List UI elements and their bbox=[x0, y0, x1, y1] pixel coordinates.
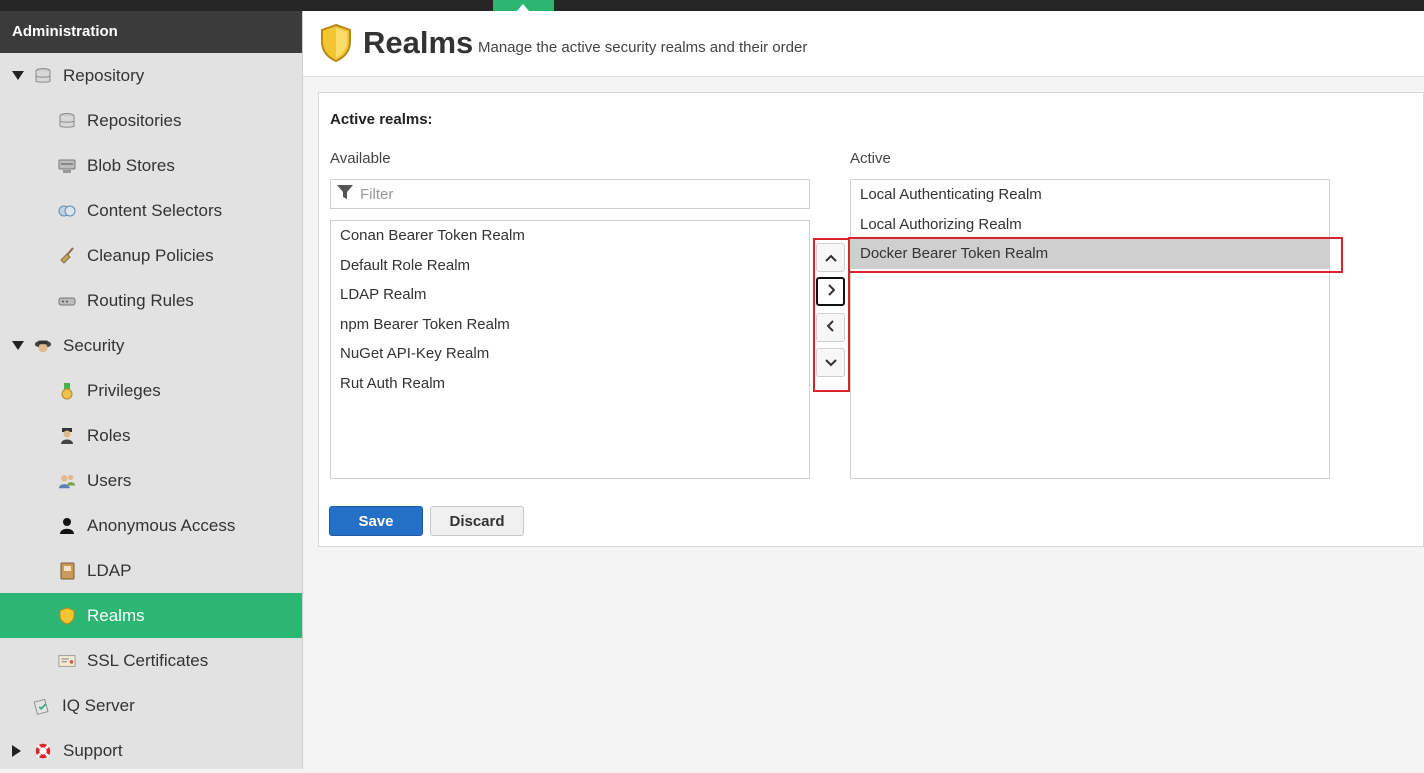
person-icon bbox=[58, 517, 76, 535]
page-subtitle: Manage the active security realms and th… bbox=[478, 39, 808, 56]
sidebar-item-label: Roles bbox=[87, 425, 131, 445]
sidebar-item-label: Support bbox=[63, 740, 123, 760]
expand-down-icon[interactable] bbox=[12, 71, 24, 80]
shield-icon bbox=[319, 23, 353, 68]
list-item[interactable]: Rut Auth Realm bbox=[331, 369, 809, 399]
remove-from-active-button[interactable] bbox=[816, 313, 845, 342]
officer-icon bbox=[58, 427, 76, 445]
list-item[interactable]: Default Role Realm bbox=[331, 251, 809, 281]
list-item[interactable]: Docker Bearer Token Realm bbox=[851, 239, 1329, 269]
sidebar-item-iq-server[interactable]: IQ Server bbox=[0, 683, 302, 728]
filter-input[interactable] bbox=[360, 185, 780, 203]
expand-down-icon[interactable] bbox=[12, 341, 24, 350]
chevron-left-icon bbox=[826, 319, 835, 337]
sidebar-item-anonymous-access[interactable]: Anonymous Access bbox=[0, 503, 302, 548]
broom-icon bbox=[58, 246, 76, 265]
sidebar-item-label: Cleanup Policies bbox=[87, 245, 214, 265]
address-book-icon bbox=[58, 562, 76, 580]
chevron-right-icon bbox=[827, 283, 835, 301]
shield-icon bbox=[58, 606, 76, 625]
filter-icon bbox=[336, 184, 354, 205]
expand-right-icon[interactable] bbox=[12, 744, 21, 757]
chevron-up-icon bbox=[824, 249, 837, 267]
sidebar-item-cleanup-policies[interactable]: Cleanup Policies bbox=[0, 233, 302, 278]
sidebar-item-label: Content Selectors bbox=[87, 200, 223, 220]
list-item[interactable]: Local Authenticating Realm bbox=[851, 180, 1329, 210]
sidebar-item-users[interactable]: Users bbox=[0, 458, 302, 503]
certificate-icon bbox=[58, 652, 76, 670]
sidebar-item-roles[interactable]: Roles bbox=[0, 413, 302, 458]
sidebar-item-repositories[interactable]: Repositories bbox=[0, 98, 302, 143]
list-item[interactable]: LDAP Realm bbox=[331, 280, 809, 310]
router-icon bbox=[58, 292, 76, 310]
sidebar-item-routing-rules[interactable]: Routing Rules bbox=[0, 278, 302, 323]
add-to-active-button[interactable] bbox=[816, 277, 845, 306]
sidebar-item-repository[interactable]: Repository bbox=[0, 53, 302, 98]
save-button[interactable]: Save bbox=[329, 506, 423, 536]
sidebar-item-label: Repositories bbox=[87, 110, 182, 130]
sidebar-item-realms[interactable]: Realms bbox=[0, 593, 302, 638]
page-title: Realms bbox=[363, 25, 474, 60]
sidebar-item-ldap[interactable]: LDAP bbox=[0, 548, 302, 593]
section-label: Active realms: bbox=[330, 111, 433, 128]
list-item[interactable]: NuGet API-Key Realm bbox=[331, 339, 809, 369]
chevron-down-icon bbox=[824, 354, 837, 372]
sidebar-item-label: Routing Rules bbox=[87, 290, 194, 310]
sidebar-item-label: Realms bbox=[87, 605, 145, 625]
available-label: Available bbox=[330, 150, 391, 167]
move-up-button[interactable] bbox=[816, 243, 845, 272]
sidebar-item-label: IQ Server bbox=[62, 695, 135, 715]
database-icon bbox=[58, 112, 76, 130]
filter-field[interactable] bbox=[330, 179, 810, 209]
sidebar-item-label: Blob Stores bbox=[87, 155, 175, 175]
active-label: Active bbox=[850, 150, 891, 167]
iq-server-icon bbox=[33, 697, 51, 715]
lifebuoy-icon bbox=[34, 742, 52, 760]
sidebar-item-ssl-certificates[interactable]: SSL Certificates bbox=[0, 638, 302, 683]
active-realms-list[interactable]: Local Authenticating Realm Local Authoriz… bbox=[850, 179, 1330, 479]
available-realms-list[interactable]: Conan Bearer Token Realm Default Role Rea… bbox=[330, 220, 810, 479]
users-icon bbox=[58, 472, 76, 490]
sidebar-item-label: Privileges bbox=[87, 380, 161, 400]
list-item[interactable]: Local Authorizing Realm bbox=[851, 210, 1329, 240]
sidebar-item-security[interactable]: Security bbox=[0, 323, 302, 368]
discard-button[interactable]: Discard bbox=[430, 506, 524, 536]
sidebar: Administration Repository Repositories Blo… bbox=[0, 11, 303, 769]
sidebar-item-privileges[interactable]: Privileges bbox=[0, 368, 302, 413]
sidebar-item-label: Users bbox=[87, 470, 132, 490]
sidebar-item-label: LDAP bbox=[87, 560, 132, 580]
list-item[interactable]: Conan Bearer Token Realm bbox=[331, 221, 809, 251]
page-header: Realms Manage the active security realms… bbox=[303, 11, 1424, 77]
active-tab-indicator bbox=[493, 0, 554, 11]
medal-icon bbox=[58, 382, 76, 400]
security-badge-icon bbox=[34, 337, 52, 355]
sidebar-item-blob-stores[interactable]: Blob Stores bbox=[0, 143, 302, 188]
realms-panel: Active realms: Available Active Conan Be… bbox=[318, 92, 1424, 547]
server-icon bbox=[58, 157, 76, 175]
sidebar-item-label: SSL Certificates bbox=[87, 650, 209, 670]
sidebar-item-label: Repository bbox=[63, 65, 145, 85]
sidebar-item-label: Anonymous Access bbox=[87, 515, 236, 535]
move-down-button[interactable] bbox=[816, 348, 845, 377]
database-icon bbox=[34, 67, 52, 85]
list-item[interactable]: npm Bearer Token Realm bbox=[331, 310, 809, 340]
content-selector-icon bbox=[58, 202, 76, 220]
sidebar-item-support[interactable]: Support bbox=[0, 728, 302, 773]
sidebar-header: Administration bbox=[0, 11, 302, 53]
sidebar-item-label: Security bbox=[63, 335, 125, 355]
top-bar bbox=[0, 0, 1424, 11]
sidebar-item-content-selectors[interactable]: Content Selectors bbox=[0, 188, 302, 233]
